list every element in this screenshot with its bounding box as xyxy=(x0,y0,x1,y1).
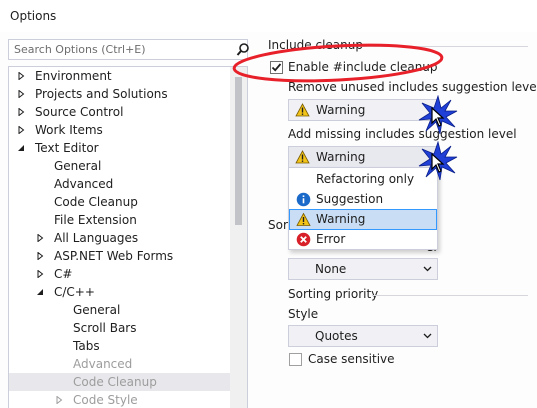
option-label: Refactoring only xyxy=(316,172,415,186)
warning-icon xyxy=(295,150,310,164)
expand-arrow-icon[interactable] xyxy=(15,121,27,139)
tree-item[interactable]: All Languages xyxy=(9,229,231,247)
tree-item-label: Code Cleanup xyxy=(54,195,138,209)
mouse-cursor-icon xyxy=(431,107,445,127)
tree-item[interactable]: Work Items xyxy=(9,121,231,139)
mouse-cursor-icon xyxy=(431,153,445,173)
tree-item-label: File Extension xyxy=(54,213,137,227)
expand-arrow-icon[interactable] xyxy=(34,229,46,247)
style-label: Style xyxy=(288,307,319,321)
chevron-down-icon xyxy=(423,266,432,272)
tree-item[interactable]: Tabs xyxy=(9,337,231,355)
tree-item[interactable]: Text Editor xyxy=(9,139,231,157)
collapse-arrow-icon[interactable] xyxy=(34,283,46,301)
option-label: Warning xyxy=(316,212,366,226)
tree-item-label: ASP.NET Web Forms xyxy=(54,249,174,263)
warning-icon xyxy=(296,212,311,226)
options-dialog: Options Environment Projects and Solution… xyxy=(0,0,537,408)
info-icon xyxy=(296,192,311,207)
tree-item[interactable]: Scroll Bars xyxy=(9,319,231,337)
tree-item-label: C# xyxy=(54,267,73,281)
tree-scrollbar[interactable] xyxy=(230,67,247,408)
expand-arrow-icon[interactable] xyxy=(15,85,27,103)
search-box[interactable] xyxy=(8,39,249,60)
tree-item-label: All Languages xyxy=(54,231,139,245)
section-divider xyxy=(372,295,528,296)
tree-item[interactable]: Code Cleanup xyxy=(9,193,231,211)
tree-item[interactable]: C/C++ xyxy=(9,283,231,301)
dropdown-option-error[interactable]: Error xyxy=(290,230,436,249)
tree-item-label: Code Style xyxy=(73,393,138,407)
tree-item[interactable]: C# xyxy=(9,265,231,283)
tree-item[interactable]: ASP.NET Web Forms xyxy=(9,247,231,265)
search-input[interactable] xyxy=(9,40,231,59)
tree-item[interactable]: General xyxy=(9,301,231,319)
remove-unused-level-value: Warning xyxy=(316,103,366,117)
case-sensitive-label[interactable]: Case sensitive xyxy=(308,352,395,366)
tree-item[interactable]: Environment xyxy=(9,67,231,85)
add-missing-level-value: Warning xyxy=(316,150,366,164)
sorting-level-select[interactable]: None xyxy=(288,258,438,280)
tree-item-label: Work Items xyxy=(35,123,103,137)
tree-item-label: C/C++ xyxy=(54,285,95,299)
case-sensitive-checkbox[interactable] xyxy=(289,353,302,366)
sorting-level-value: None xyxy=(315,262,347,276)
expand-arrow-icon[interactable] xyxy=(34,247,46,265)
tree-item-label: General xyxy=(54,159,102,173)
tree-item[interactable]: Advanced xyxy=(9,175,231,193)
option-label: Error xyxy=(316,232,346,246)
highlight-ellipse-annotation xyxy=(232,43,444,83)
tree-item-label: Scroll Bars xyxy=(73,321,137,335)
sorting-priority-header: Sorting priority xyxy=(288,287,379,301)
option-label: Suggestion xyxy=(316,192,384,206)
tree-item-label: Source Control xyxy=(35,105,124,119)
expand-arrow-icon[interactable] xyxy=(15,67,27,85)
tree-item-label: Tabs xyxy=(73,339,100,353)
tree-item[interactable]: File Extension xyxy=(9,211,231,229)
tree-item[interactable]: Code Cleanup xyxy=(9,373,231,391)
dropdown-option-warning[interactable]: Warning xyxy=(289,209,437,230)
expand-arrow-icon[interactable] xyxy=(34,265,46,283)
tree-item[interactable]: Code Style xyxy=(9,391,231,408)
add-missing-level-select[interactable]: Warning xyxy=(288,146,438,168)
tree-item-label: Environment xyxy=(35,69,112,83)
tree-item[interactable]: Advanced xyxy=(9,355,231,373)
tree-item-label: Advanced xyxy=(73,357,133,371)
error-icon xyxy=(296,232,311,247)
collapse-arrow-icon[interactable] xyxy=(15,139,27,157)
add-missing-label: Add missing includes suggestion level xyxy=(288,127,517,141)
style-select[interactable]: Quotes xyxy=(288,325,438,347)
dropdown-option-refactoring-only[interactable]: Refactoring only xyxy=(290,170,436,189)
tree-item[interactable]: Source Control xyxy=(9,103,231,121)
tree-item-label: Text Editor xyxy=(35,141,99,155)
tree-item-label: Advanced xyxy=(54,177,114,191)
style-value: Quotes xyxy=(315,329,358,343)
expand-arrow-icon[interactable] xyxy=(15,103,27,121)
tree-item[interactable]: Projects and Solutions xyxy=(9,85,231,103)
tree-item-label: Projects and Solutions xyxy=(35,87,168,101)
suggestion-level-dropdown[interactable]: Refactoring only Suggestion Warning Erro… xyxy=(288,167,438,250)
tree-item-label: Code Cleanup xyxy=(73,375,157,389)
expand-arrow-icon[interactable] xyxy=(53,391,65,408)
tree-scrollbar-thumb[interactable] xyxy=(235,77,242,225)
tree-item[interactable]: General xyxy=(9,157,231,175)
dropdown-option-suggestion[interactable]: Suggestion xyxy=(290,190,436,209)
chevron-down-icon xyxy=(423,333,432,339)
remove-unused-level-select[interactable]: Warning xyxy=(288,99,438,121)
window-title: Options xyxy=(10,9,57,23)
warning-icon xyxy=(295,103,310,117)
options-tree[interactable]: Environment Projects and Solutions Source … xyxy=(8,66,248,408)
tree-item-label: General xyxy=(73,303,121,317)
title-bar: Options xyxy=(0,0,537,32)
